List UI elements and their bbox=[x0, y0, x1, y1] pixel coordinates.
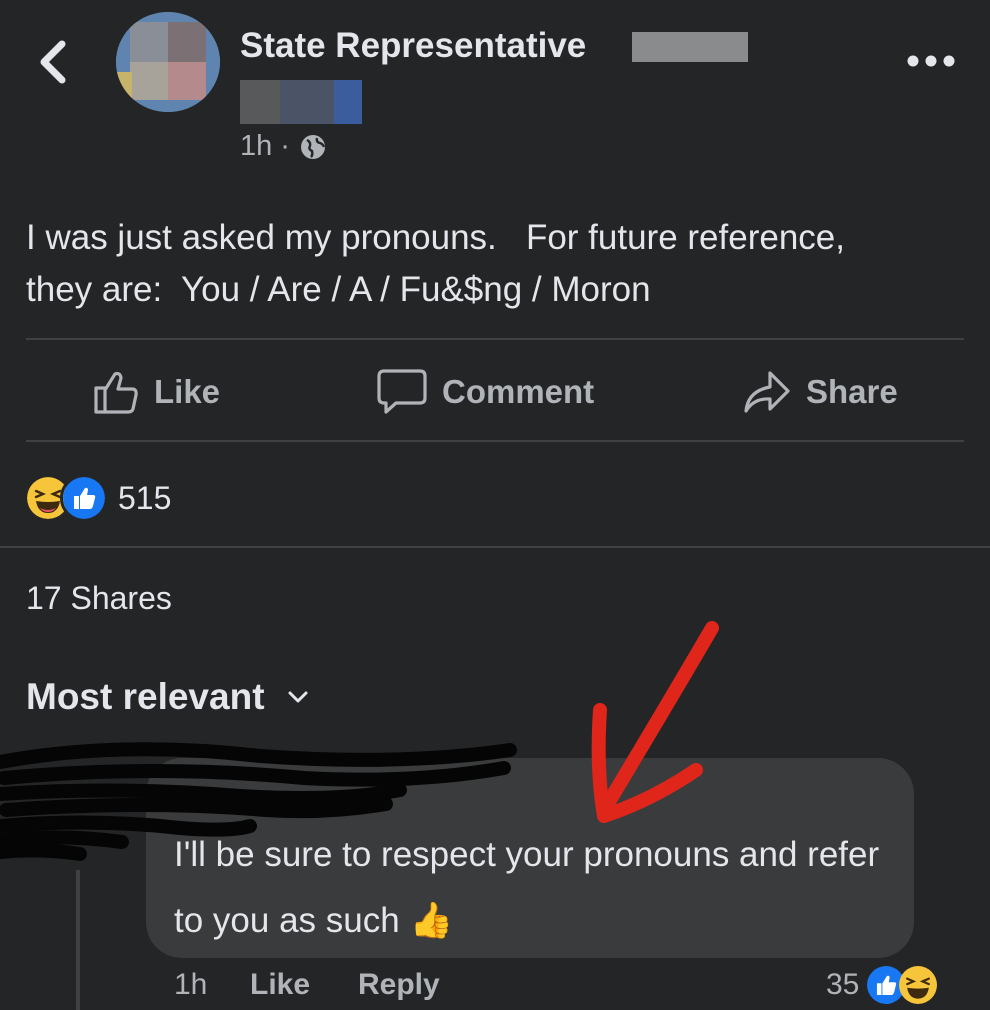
commenter-redaction-scribble bbox=[0, 742, 517, 861]
share-arrow-icon bbox=[744, 371, 790, 413]
thread-line bbox=[76, 870, 80, 1010]
like-icon bbox=[60, 474, 108, 522]
speech-bubble-icon bbox=[377, 369, 427, 414]
name-redaction bbox=[632, 32, 748, 62]
divider-top bbox=[26, 338, 964, 340]
author-name[interactable]: State Representative bbox=[240, 26, 586, 66]
comment-reply-button[interactable]: Reply bbox=[358, 968, 440, 1002]
comment-reaction-count: 35 bbox=[826, 968, 860, 1001]
avatar[interactable] bbox=[116, 12, 220, 112]
comment-label: Comment bbox=[442, 373, 595, 410]
reaction-summary[interactable]: 515 bbox=[24, 474, 171, 522]
post-meta: 1h · bbox=[240, 130, 328, 163]
share-button[interactable]: Share bbox=[742, 362, 898, 422]
chevron-down-icon bbox=[288, 691, 308, 703]
comment-emoji: 👍 bbox=[409, 901, 454, 940]
meta-separator: · bbox=[280, 130, 290, 162]
post-text: I was just asked my pronouns. For future… bbox=[26, 218, 845, 309]
comment-reactions[interactable]: 35 bbox=[826, 966, 938, 1004]
comment-like-button[interactable]: Like bbox=[250, 968, 310, 1002]
comment-time: 1h bbox=[174, 968, 208, 1001]
like-label: Like bbox=[154, 373, 221, 410]
subline-redaction bbox=[240, 80, 362, 124]
more-dots-icon[interactable] bbox=[904, 44, 958, 78]
post-time[interactable]: 1h bbox=[240, 130, 272, 163]
sort-label: Most relevant bbox=[26, 676, 265, 717]
comment-button[interactable]: Comment bbox=[376, 362, 594, 422]
red-arrow-annotation bbox=[591, 621, 719, 823]
section-divider bbox=[0, 546, 990, 548]
shares-count[interactable]: 17 Shares bbox=[26, 580, 172, 617]
globe-icon bbox=[300, 134, 326, 159]
haha-icon bbox=[899, 966, 938, 1004]
share-label: Share bbox=[806, 373, 898, 410]
divider-bottom bbox=[26, 440, 964, 442]
like-button[interactable]: Like bbox=[92, 362, 220, 422]
reaction-count: 515 bbox=[118, 479, 172, 516]
thumbs-up-icon bbox=[94, 371, 138, 414]
back-chevron-icon[interactable] bbox=[30, 36, 78, 88]
comment-sort-dropdown[interactable]: Most relevant bbox=[26, 676, 309, 718]
